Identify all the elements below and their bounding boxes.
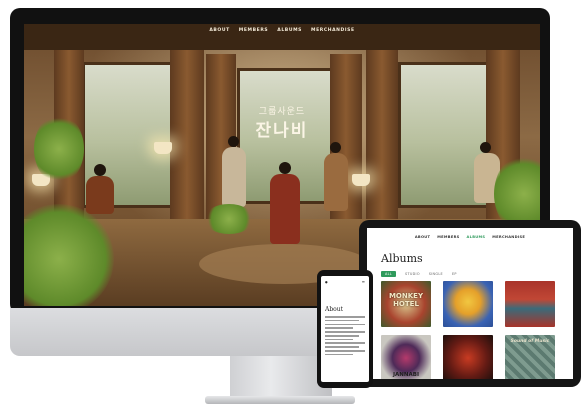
filter-single[interactable]: SINGLE [429,272,443,276]
desktop-nav: ABOUT MEMBERS ALBUMS MERCHANDISE [24,28,540,33]
album-filter-tabs: ALL STUDIO SINGLE EP [381,271,457,277]
tablet-nav: ABOUT MEMBERS ALBUMS MERCHANDISE [367,235,573,239]
logo-icon[interactable]: ● [325,280,328,284]
tablet-nav-albums[interactable]: ALBUMS [467,235,486,239]
band-member [270,174,300,244]
album-cover-text: MONKEY HOTEL [388,292,424,308]
hamburger-menu-icon[interactable]: ≡ [362,280,365,284]
band-member [222,147,246,207]
tablet-nav-members[interactable]: MEMBERS [437,235,459,239]
album-grid: MONKEY HOTEL JANNABI Sound of Music [381,281,563,379]
album-cover[interactable]: JANNABI [381,335,431,379]
page-title: Albums [381,252,423,265]
album-cover[interactable]: MONKEY HOTEL [381,281,431,327]
nav-members[interactable]: MEMBERS [239,28,268,33]
filter-studio[interactable]: STUDIO [405,272,420,276]
phone-device: ● ≡ About [317,270,373,388]
album-cover[interactable] [443,335,493,379]
phone-screen: ● ≡ About [321,276,369,382]
nav-about[interactable]: ABOUT [209,28,229,33]
plant [204,204,254,234]
phone-page-title: About [325,306,344,313]
tablet-device: ABOUT MEMBERS ALBUMS MERCHANDISE Albums … [359,220,581,387]
album-cover[interactable] [443,281,493,327]
tablet-nav-merchandise[interactable]: MERCHANDISE [492,235,525,239]
band-member [324,153,348,211]
tablet-screen: ABOUT MEMBERS ALBUMS MERCHANDISE Albums … [367,228,573,379]
lamp [352,174,370,186]
hero-title: 잔나비 [255,121,309,141]
nav-albums[interactable]: ALBUMS [277,28,302,33]
album-cover[interactable] [505,281,555,327]
album-cover-text: JANNABI [392,372,419,378]
phone-body-text [325,316,365,358]
nav-merchandise[interactable]: MERCHANDISE [311,28,355,33]
band-member [279,162,291,174]
band-member [330,142,341,153]
filter-ep[interactable]: EP [452,272,457,276]
filter-all[interactable]: ALL [381,271,396,277]
band-member [86,176,114,214]
monitor-stand-base [205,396,355,404]
lamp [154,142,172,154]
album-cover[interactable]: Sound of Music [505,335,555,379]
phone-header: ● ≡ [325,280,365,285]
band-member [480,142,491,153]
tablet-nav-about[interactable]: ABOUT [415,235,430,239]
album-cover-text: Sound of Music [510,339,550,344]
band-member [94,164,106,176]
